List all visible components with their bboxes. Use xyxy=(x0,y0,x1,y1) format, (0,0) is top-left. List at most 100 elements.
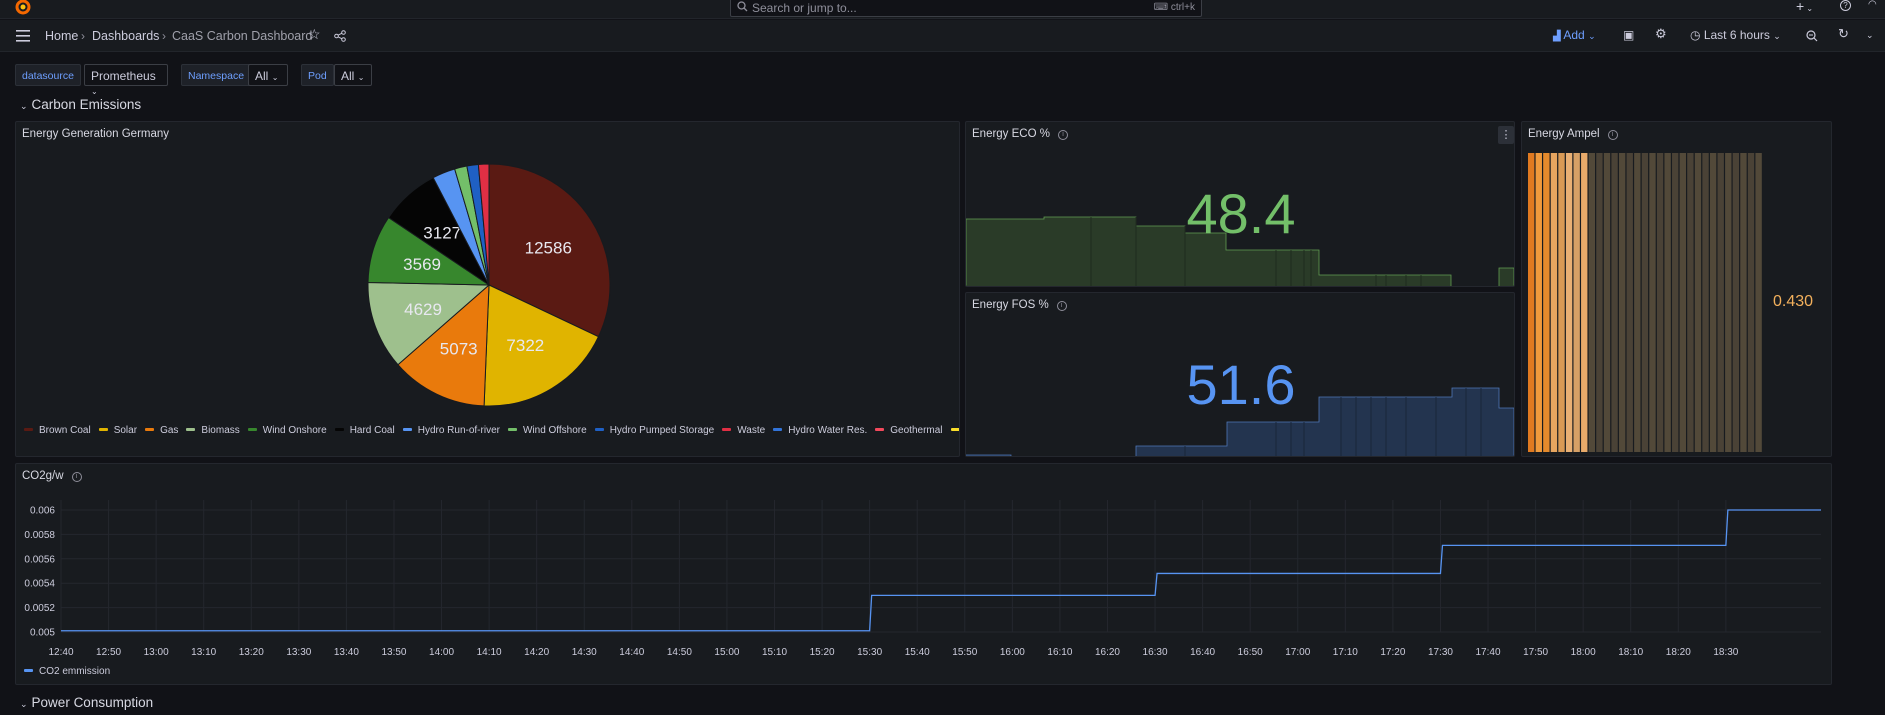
search-input[interactable]: Search or jump to... ⌨ ctrl+k xyxy=(730,0,1202,17)
legend-item[interactable]: Biomass xyxy=(186,422,240,439)
legend-label: Hydro Run-of-river xyxy=(417,425,500,436)
zoom-out-icon[interactable] xyxy=(1806,30,1818,42)
panel-energy-eco: Energy ECO % i ⋮ 48.4 xyxy=(965,121,1515,287)
ampel-bar xyxy=(1709,153,1717,452)
eco-sparkline: 48.4 xyxy=(966,182,1514,286)
x-tick-label: 15:20 xyxy=(810,647,835,658)
row-title: Power Consumption xyxy=(31,695,154,710)
ampel-bar xyxy=(1603,153,1611,452)
ampel-bar xyxy=(1717,153,1724,452)
x-tick-label: 12:40 xyxy=(48,647,73,658)
add-button-label: Add xyxy=(1563,28,1585,42)
ampel-bar xyxy=(1565,153,1573,452)
ampel-bar xyxy=(1649,153,1656,452)
pie-slice-label: 5073 xyxy=(440,339,478,358)
chevron-down-icon: ⌄ xyxy=(1773,31,1781,41)
ampel-bar xyxy=(1543,153,1550,452)
ampel-bar xyxy=(1702,153,1709,452)
x-tick-label: 16:00 xyxy=(1000,647,1025,658)
x-tick-label: 13:00 xyxy=(144,647,169,658)
variable-select-namespace[interactable]: All ⌄ xyxy=(248,64,288,86)
legend-item[interactable]: Wind Offshore xyxy=(507,422,587,439)
menu-icon[interactable] xyxy=(16,30,30,42)
legend-swatch xyxy=(507,428,517,431)
x-tick-label: 14:50 xyxy=(667,647,692,658)
legend-item[interactable]: CO2 emmission xyxy=(24,666,110,677)
x-tick-label: 17:00 xyxy=(1285,647,1310,658)
legend-item[interactable]: Nuclear xyxy=(950,422,959,439)
panel-energy-ampel: Energy Ampel i 0.430 xyxy=(1521,121,1832,457)
row-header-power-consumption[interactable]: ⌄ Power Consumption xyxy=(20,695,153,710)
panel-energy-generation-germany: Energy Generation Germany 12586 7322 5073 4… xyxy=(15,121,960,457)
pie-chart: 12586 7322 5073 4629 3569 3127 xyxy=(367,163,611,407)
x-tick-label: 17:40 xyxy=(1476,647,1501,658)
ampel-bar xyxy=(1747,153,1755,452)
help-icon[interactable]: ? xyxy=(1840,0,1851,11)
x-tick-label: 14:00 xyxy=(429,647,454,658)
refresh-interval-chevron-icon[interactable]: ⌄ xyxy=(1866,30,1874,41)
ampel-bar xyxy=(1558,153,1565,452)
settings-gear-icon[interactable]: ⚙ xyxy=(1655,26,1667,42)
breadcrumb-home[interactable]: Home xyxy=(45,29,78,43)
row-header-carbon-emissions[interactable]: ⌄ Carbon Emissions xyxy=(20,97,141,112)
x-tick-label: 16:10 xyxy=(1047,647,1072,658)
x-tick-label: 14:20 xyxy=(524,647,549,658)
legend-item[interactable]: Geothermal xyxy=(875,422,943,439)
news-rss-icon[interactable]: ◠ xyxy=(1868,0,1877,10)
breadcrumb-dashboards[interactable]: Dashboards xyxy=(92,29,159,43)
chevron-down-icon: ⌄ xyxy=(20,699,28,709)
x-tick-label: 14:30 xyxy=(572,647,597,658)
variable-label-datasource: datasource xyxy=(15,64,81,86)
ampel-value: 0.430 xyxy=(1773,293,1814,310)
legend-swatch xyxy=(875,428,885,431)
add-button[interactable]: ▟ Add ⌄ xyxy=(1553,28,1596,42)
variable-value-namespace: All xyxy=(255,69,269,83)
legend-label: Solar xyxy=(113,425,138,436)
search-placeholder: Search or jump to... xyxy=(752,1,857,15)
legend-item[interactable]: Gas xyxy=(145,422,178,439)
ampel-bar xyxy=(1687,153,1694,452)
legend-item[interactable]: Hydro Water Res. xyxy=(773,422,867,439)
variable-value-pod: All xyxy=(341,69,355,83)
ampel-bar xyxy=(1672,153,1679,452)
save-dashboard-icon[interactable]: ▣ xyxy=(1623,28,1634,42)
legend-item[interactable]: Hydro Run-of-river xyxy=(402,422,500,439)
legend-swatch xyxy=(594,428,604,431)
eco-value: 48.4 xyxy=(1187,182,1296,245)
time-picker[interactable]: ◷ Last 6 hours ⌄ xyxy=(1690,28,1781,42)
share-icon[interactable] xyxy=(334,30,346,42)
x-tick-label: 15:00 xyxy=(714,647,739,658)
y-tick-label: 0.0052 xyxy=(24,603,55,614)
refresh-icon[interactable]: ↻ xyxy=(1838,26,1849,42)
legend-label: Biomass xyxy=(201,425,240,436)
clock-icon: ◷ xyxy=(1690,28,1701,42)
star-icon[interactable]: ☆ xyxy=(308,26,321,43)
legend-item[interactable]: Wind Onshore xyxy=(247,422,327,439)
new-plus-icon[interactable]: + ⌄ xyxy=(1796,0,1813,14)
ampel-bar xyxy=(1679,153,1686,452)
legend-label: Wind Offshore xyxy=(522,425,587,436)
legend-label: Hydro Pumped Storage xyxy=(609,425,715,436)
legend-item[interactable]: Hydro Pumped Storage xyxy=(594,422,715,439)
navigation-bar: Home › Dashboards › CaaS Carbon Dashboar… xyxy=(0,20,1885,52)
legend-label: Brown Coal xyxy=(39,425,91,436)
legend-item[interactable]: Solar xyxy=(98,422,138,439)
legend-item[interactable]: Brown Coal xyxy=(24,422,91,439)
x-tick-label: 17:30 xyxy=(1428,647,1453,658)
ampel-bar xyxy=(1573,153,1580,452)
variable-select-datasource[interactable]: Prometheus ⌄ xyxy=(84,64,168,96)
chevron-down-icon: ⌄ xyxy=(271,73,279,82)
variable-select-pod[interactable]: All ⌄ xyxy=(334,64,372,86)
breadcrumb-separator-icon: › xyxy=(162,29,166,43)
series-line-co2-emmission[interactable] xyxy=(61,509,1821,632)
row-title: Carbon Emissions xyxy=(31,97,142,112)
grafana-logo-icon[interactable] xyxy=(14,0,32,16)
legend-item[interactable]: Hard Coal xyxy=(334,422,395,439)
legend-item[interactable]: Waste xyxy=(722,422,765,439)
ampel-bars xyxy=(1528,153,1762,452)
ampel-bar xyxy=(1694,153,1702,452)
legend-label: Hard Coal xyxy=(349,425,395,436)
x-tick-label: 15:40 xyxy=(905,647,930,658)
y-tick-label: 0.0058 xyxy=(24,530,55,541)
x-tick-label: 13:30 xyxy=(286,647,311,658)
